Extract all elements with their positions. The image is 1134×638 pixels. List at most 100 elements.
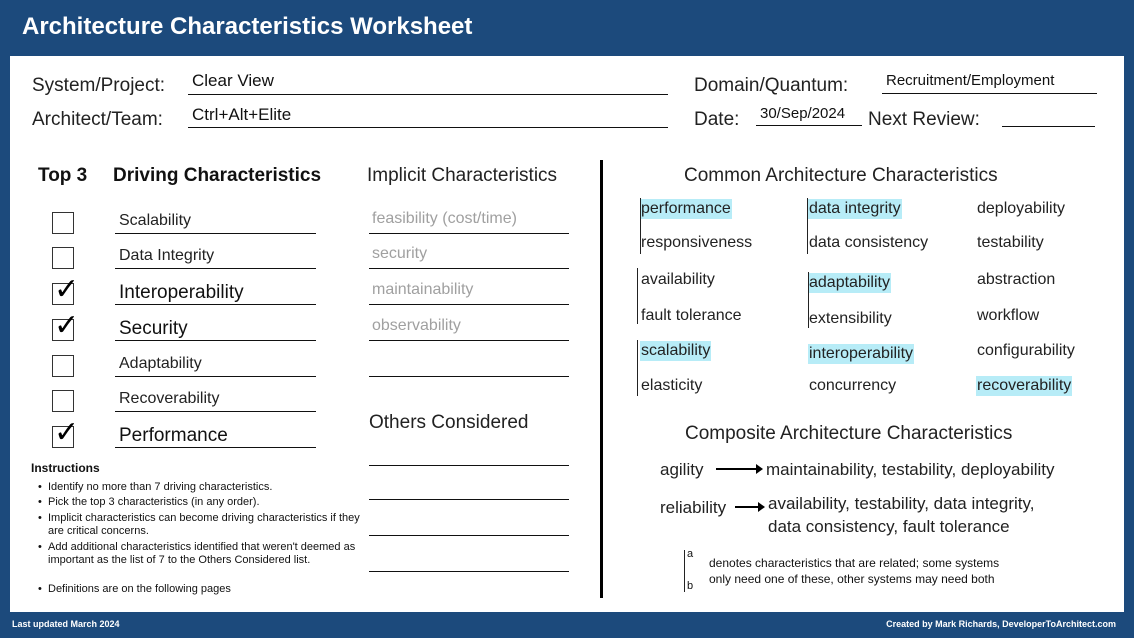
characteristic-fault-tolerance: fault tolerance <box>641 307 742 324</box>
legend-line2: only need one of these, other systems ma… <box>709 572 995 586</box>
instruction-item: Implicit characteristics can become driv… <box>38 512 378 538</box>
domain-label: Domain/Quantum: <box>694 75 849 96</box>
others-underline <box>369 571 569 572</box>
architect-underline <box>188 127 668 128</box>
column-divider <box>600 160 603 598</box>
others-underline <box>369 499 569 500</box>
characteristic-elasticity: elasticity <box>641 377 703 394</box>
instruction-item: Identify no more than 7 driving characte… <box>38 481 378 494</box>
footer-updated: Last updated March 2024 <box>12 619 120 629</box>
system-field[interactable]: Clear View <box>192 71 274 91</box>
implicit-underline <box>369 340 569 341</box>
instruction-item: Pick the top 3 characteristics (in any o… <box>38 496 378 509</box>
characteristic-performance: performance <box>640 199 732 219</box>
relation-bracket <box>640 198 641 254</box>
characteristic-abstraction: abstraction <box>977 271 1056 288</box>
driving-underline <box>115 233 316 234</box>
arrow-right-icon <box>735 502 765 512</box>
reliability-label: reliability <box>660 498 727 517</box>
relation-bracket <box>807 198 808 254</box>
implicit-underline <box>369 304 569 305</box>
legend-line1: denotes characteristics that are related… <box>709 556 1000 570</box>
implicit-item[interactable]: maintainability <box>372 281 473 299</box>
architect-field[interactable]: Ctrl+Alt+Elite <box>192 105 291 125</box>
checkbox[interactable] <box>52 355 74 377</box>
characteristic-testability: testability <box>977 234 1044 251</box>
implicit-item[interactable]: feasibility (cost/time) <box>372 210 517 228</box>
driving-header: Driving Characteristics <box>113 165 322 186</box>
checkbox[interactable] <box>52 390 74 412</box>
arrow-right-icon <box>716 464 763 474</box>
characteristic-concurrency: concurrency <box>809 377 897 394</box>
domain-field[interactable]: Recruitment/Employment <box>886 72 1054 89</box>
legend-b: b <box>687 580 694 592</box>
driving-item[interactable]: Performance <box>119 425 228 447</box>
domain-underline <box>882 93 1097 94</box>
reliability-value-line1: availability, testability, data integrit… <box>768 494 1035 513</box>
characteristic-recoverability: recoverability <box>976 376 1073 396</box>
driving-item[interactable]: Scalability <box>119 212 191 230</box>
implicit-underline <box>369 268 569 269</box>
legend-a: a <box>687 548 694 560</box>
instruction-item: Add additional characteristics identifie… <box>38 541 378 567</box>
others-underline <box>369 465 569 466</box>
review-underline <box>1002 126 1095 127</box>
agility-label: agility <box>660 460 704 479</box>
driving-underline <box>115 447 316 448</box>
characteristic-data-consistency: data consistency <box>809 234 929 251</box>
page-title: Architecture Characteristics Worksheet <box>22 13 473 40</box>
driving-underline <box>115 268 316 269</box>
driving-item[interactable]: Recoverability <box>119 390 219 408</box>
driving-item[interactable]: Interoperability <box>119 282 244 304</box>
characteristic-scalability: scalability <box>640 341 712 361</box>
checkmark-icon: ✓ <box>54 308 80 343</box>
instructions-title: Instructions <box>31 461 100 475</box>
characteristic-responsiveness: responsiveness <box>641 234 753 251</box>
characteristic-deployability: deployability <box>977 200 1066 217</box>
implicit-item[interactable]: observability <box>372 317 461 335</box>
agility-value: maintainability, testability, deployabil… <box>766 460 1055 479</box>
date-label: Date: <box>694 109 740 130</box>
relation-bracket <box>808 272 809 328</box>
checkmark-icon: ✓ <box>54 272 80 307</box>
others-underline <box>369 535 569 536</box>
characteristic-data-integrity: data integrity <box>808 199 902 219</box>
relation-bracket <box>637 340 638 396</box>
composite-header: Composite Architecture Characteristics <box>685 423 1013 444</box>
driving-underline <box>115 411 316 412</box>
instruction-item: Definitions are on the following pages <box>38 583 378 596</box>
date-field[interactable]: 30/Sep/2024 <box>760 105 845 122</box>
implicit-item[interactable]: security <box>372 245 427 263</box>
header-bar: Architecture Characteristics Worksheet <box>0 0 1134 56</box>
checkbox[interactable] <box>52 247 74 269</box>
driving-underline <box>115 376 316 377</box>
review-label: Next Review: <box>868 109 980 130</box>
implicit-underline <box>369 233 569 234</box>
driving-item[interactable]: Adaptability <box>119 355 202 373</box>
driving-item[interactable]: Security <box>119 318 188 340</box>
driving-underline <box>115 340 316 341</box>
legend-bracket <box>684 550 685 592</box>
architect-label: Architect/Team: <box>32 109 163 130</box>
characteristic-availability: availability <box>641 271 715 288</box>
implicit-header: Implicit Characteristics <box>367 165 558 186</box>
system-underline <box>188 94 668 95</box>
checkbox[interactable] <box>52 212 74 234</box>
characteristic-configurability: configurability <box>977 342 1075 359</box>
date-underline <box>756 125 862 126</box>
footer-credit: Created by Mark Richards, DeveloperToArc… <box>886 619 1116 629</box>
worksheet: System/Project: Clear View Architect/Tea… <box>10 56 1124 612</box>
reliability-value-line2: data consistency, fault tolerance <box>768 517 1010 536</box>
driving-item[interactable]: Data Integrity <box>119 247 214 265</box>
implicit-underline <box>369 376 569 377</box>
characteristic-adaptability: adaptability <box>808 273 891 293</box>
driving-underline <box>115 304 316 305</box>
checkmark-icon: ✓ <box>54 415 80 450</box>
common-header: Common Architecture Characteristics <box>684 165 998 186</box>
characteristic-extensibility: extensibility <box>809 310 892 327</box>
system-label: System/Project: <box>32 75 166 96</box>
relation-bracket <box>637 268 638 324</box>
characteristic-workflow: workflow <box>977 307 1040 324</box>
characteristic-interoperability: interoperability <box>808 344 915 364</box>
top3-header: Top 3 <box>38 165 88 186</box>
